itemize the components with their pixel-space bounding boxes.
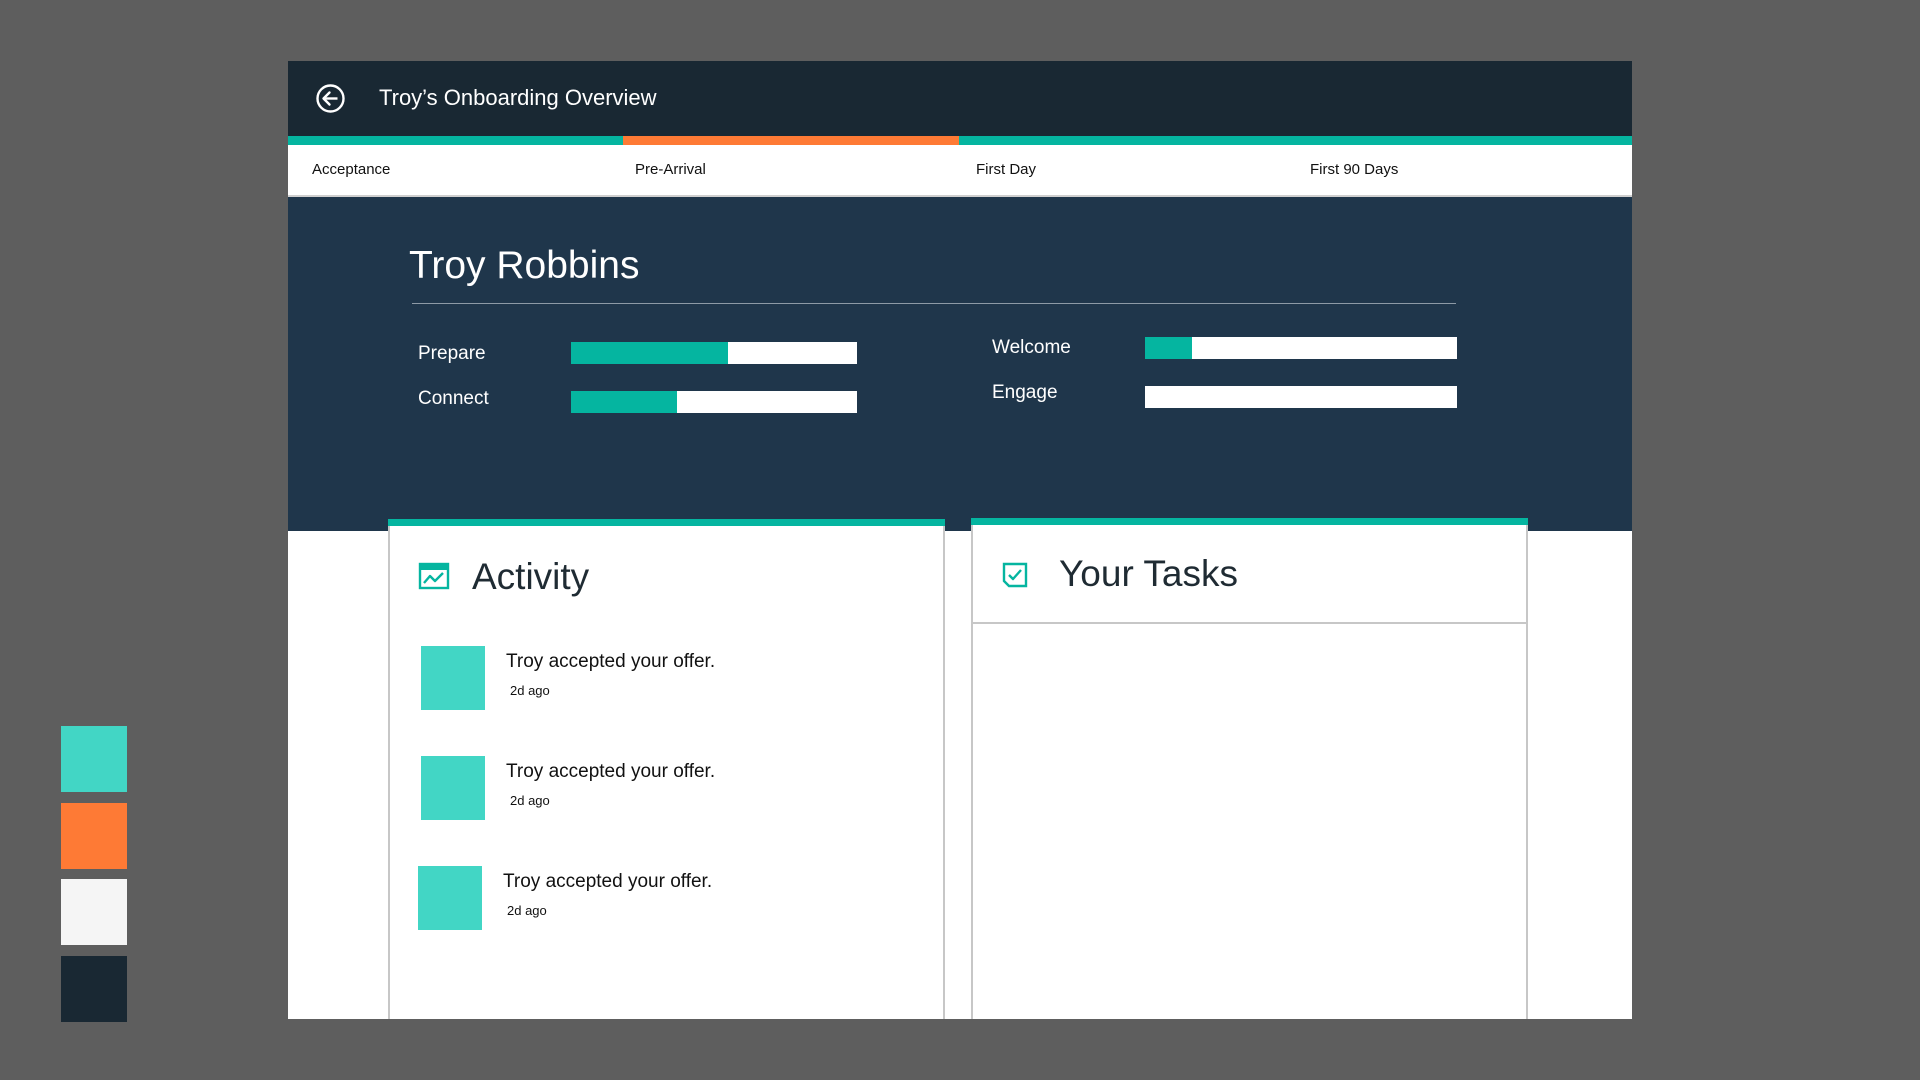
activity-time: 2d ago [510,793,550,808]
palette-swatch-navy [61,956,127,1022]
metric-label-welcome: Welcome [992,337,1071,358]
divider [412,303,1456,304]
activity-time: 2d ago [510,683,550,698]
onboarding-window: Troy’s Onboarding Overview Acceptance Pr… [288,61,1632,1019]
metric-label-connect: Connect [418,388,489,409]
tab-acceptance[interactable]: Acceptance [312,145,390,195]
back-arrow-icon [316,84,345,113]
step-progress-bar [288,136,1632,145]
metric-label-engage: Engage [992,382,1058,403]
activity-thumbnail [421,646,485,710]
palette-swatch-white [61,879,127,945]
step-indicator-first-day [959,136,1294,145]
step-indicator-acceptance [288,136,623,145]
activity-text: Troy accepted your offer. [503,871,713,892]
tab-first-90-days[interactable]: First 90 Days [1310,145,1398,195]
progress-bar-welcome [1145,337,1457,359]
progress-fill [571,391,677,413]
page-title: Troy’s Onboarding Overview [379,85,657,110]
step-indicator-pre-arrival [623,136,959,145]
palette-swatch-orange [61,803,127,869]
activity-thumbnail [418,866,482,930]
progress-bar-connect [571,391,857,413]
divider [973,622,1526,624]
activity-thumbnail [421,756,485,820]
progress-fill [1145,337,1192,359]
tab-first-day[interactable]: First Day [976,145,1036,195]
progress-bar-engage [1145,386,1457,408]
profile-summary: Troy Robbins Prepare Connect Welcome Eng… [288,197,1632,531]
employee-name: Troy Robbins [409,244,640,287]
step-tabs: Acceptance Pre-Arrival First Day First 9… [288,145,1632,197]
progress-bar-prepare [571,342,857,364]
top-bar: Troy’s Onboarding Overview [288,61,1632,136]
activity-text: Troy accepted your offer. [506,651,716,672]
tab-pre-arrival[interactable]: Pre-Arrival [635,145,706,195]
step-indicator-first-90-days [1294,136,1632,145]
activity-title: Activity [472,556,590,597]
card-accent-line [388,519,945,526]
checkbox-icon [999,560,1031,592]
activity-item[interactable]: Troy accepted your offer. 2d ago [390,866,943,936]
progress-fill [571,342,729,364]
back-button[interactable] [315,83,346,114]
card-accent-line [971,518,1528,525]
metric-label-prepare: Prepare [418,343,486,364]
tasks-title: Your Tasks [1059,553,1238,594]
palette-swatch-teal [61,726,127,792]
activity-chart-icon [418,561,450,593]
activity-item[interactable]: Troy accepted your offer. 2d ago [390,756,943,826]
activity-text: Troy accepted your offer. [506,761,716,782]
activity-time: 2d ago [507,903,547,918]
activity-card: Activity Troy accepted your offer. 2d ag… [388,519,945,1019]
activity-item[interactable]: Troy accepted your offer. 2d ago [390,646,943,716]
tasks-card: Your Tasks [971,518,1528,1019]
